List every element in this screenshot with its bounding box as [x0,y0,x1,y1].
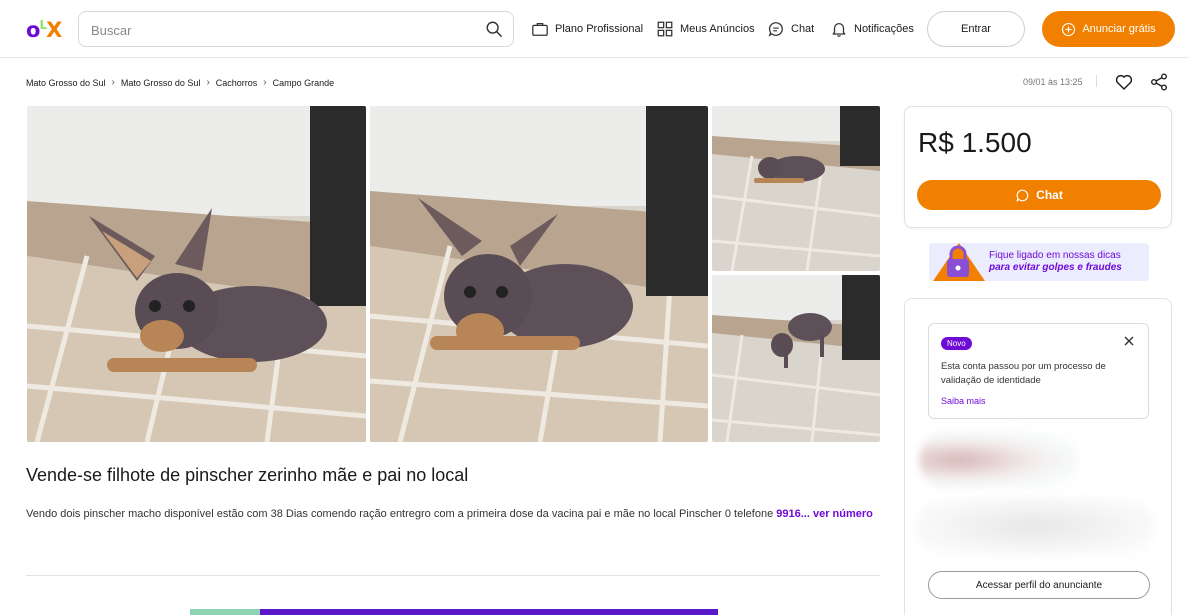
login-button[interactable]: Entrar [927,11,1025,47]
dog-photo [370,106,708,442]
grid-icon [657,21,673,37]
lock-icon [933,243,985,281]
search-box [78,11,514,47]
breadcrumb-item[interactable]: Campo Grande [273,78,335,88]
bell-icon [832,22,846,37]
post-ad-label: Anunciar grátis [1082,23,1156,35]
nav-notificacoes[interactable]: Notificações [830,20,914,38]
dog-photo [27,106,366,442]
banner-line-1: Fique ligado em nossas dicas [989,250,1121,261]
chevron-right-icon: › [206,77,210,88]
new-badge: Novo [941,337,972,350]
search-input[interactable] [91,20,471,40]
olx-logo[interactable]: oLX [26,18,62,42]
dog-photo [712,106,880,271]
chat-button[interactable]: Chat [917,180,1161,210]
nav-meus-anuncios[interactable]: Meus Anúncios [656,20,755,38]
breadcrumb: Mato Grosso do Sul › Mato Grosso do Sul … [26,77,334,88]
breadcrumb-item[interactable]: Cachorros [216,78,258,88]
breadcrumb-item[interactable]: Mato Grosso do Sul [121,78,201,88]
identity-notice: Novo Esta conta passou por um processo d… [928,323,1149,419]
top-header: oLX Plano Profissional Meus Anúncios Cha… [0,0,1189,58]
nav-label: Notificações [854,23,914,35]
price-card: R$ 1.500 Chat [904,106,1172,228]
nav-label: Chat [791,23,815,35]
plus-circle-icon [1062,22,1076,36]
seller-profile-button[interactable]: Acessar perfil do anunciante [928,571,1150,599]
nav-plano-profissional[interactable]: Plano Profissional [531,20,643,38]
logo-letter-o: o [26,18,40,42]
promo-banner[interactable] [190,609,718,615]
briefcase-icon [532,22,548,36]
listing-photo-main[interactable] [27,106,366,442]
blurred-seller-info [915,497,1155,555]
breadcrumb-item[interactable]: Mato Grosso do Sul [26,78,106,88]
nav-label: Meus Anúncios [680,23,755,35]
show-number-link[interactable]: ver número [813,508,873,520]
close-icon[interactable] [1122,334,1136,348]
chat-icon [768,22,783,37]
chevron-right-icon: › [263,77,267,88]
chat-icon [1016,189,1029,202]
dog-photo [712,275,880,442]
post-ad-button[interactable]: Anunciar grátis [1042,11,1175,47]
seller-card: Novo Esta conta passou por um processo d… [904,298,1172,615]
listing-title: Vende-se filhote de pinscher zerinho mãe… [26,465,469,485]
section-divider [26,575,880,576]
promo-image [190,609,260,615]
published-date: 09/01 às 13:25 [1023,77,1083,87]
listing-photo-4[interactable] [712,275,880,442]
search-icon[interactable] [485,20,503,38]
share-icon[interactable] [1149,72,1169,92]
logo-letter-x: X [46,18,62,42]
listing-photo-2[interactable] [370,106,708,442]
phone-partial: 9916... [776,508,810,520]
listing-price: R$ 1.500 [918,127,1032,158]
divider [1096,75,1097,87]
safety-tips-banner[interactable]: Fique ligado em nossas dicas para evitar… [929,243,1149,281]
heart-icon[interactable] [1114,72,1134,92]
listing-photo-3[interactable] [712,106,880,271]
chat-button-label: Chat [1036,188,1063,202]
notice-text: Esta conta passou por um processo de val… [941,361,1106,386]
nav-chat[interactable]: Chat [767,20,814,38]
listing-description: Vendo dois pinscher macho disponível est… [26,506,876,523]
learn-more-link[interactable]: Saiba mais [941,396,986,406]
chevron-right-icon: › [111,77,115,88]
banner-line-2: para evitar golpes e fraudes [989,262,1122,273]
blurred-seller-avatar [919,431,1079,489]
description-text: Vendo dois pinscher macho disponível est… [26,508,777,520]
nav-label: Plano Profissional [555,23,644,35]
